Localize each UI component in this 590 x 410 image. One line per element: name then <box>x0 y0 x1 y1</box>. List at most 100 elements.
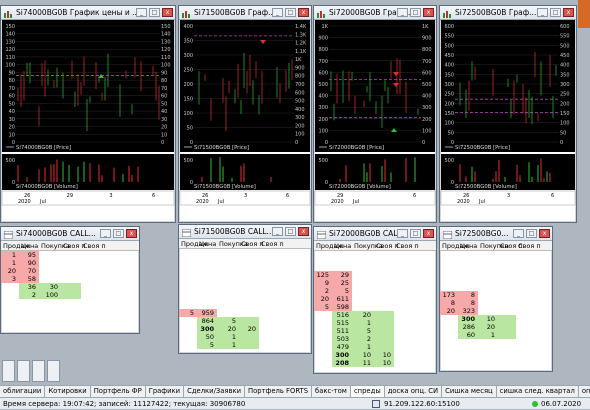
orderbook-row[interactable]: 1 95 <box>1 251 139 259</box>
column-header[interactable]: Продаж <box>440 241 469 250</box>
orderbook-row[interactable]: 503 2 <box>314 335 436 343</box>
close-icon[interactable]: x <box>563 8 574 17</box>
orderbook-row[interactable]: 2 100 <box>1 291 139 299</box>
column-header[interactable]: Своя п <box>516 241 541 250</box>
orderbook-row[interactable]: 5 959 <box>179 309 311 317</box>
maximize-icon[interactable]: □ <box>550 8 561 17</box>
orderbook-row[interactable]: 925 000 <box>314 279 436 295</box>
column-header[interactable]: Продаж <box>314 241 343 250</box>
orderbook-row[interactable]: 300 20 20 <box>179 325 311 333</box>
title-bar[interactable]: Si72500BG0... _ □ x <box>440 227 552 241</box>
column-header[interactable]: Цена <box>458 241 478 250</box>
orderbook-window-3[interactable]: Si72000BG0B CALL... _ □ x Продаж Цена Покупк… <box>313 226 437 374</box>
orderbook-row[interactable]: 51 <box>179 341 311 349</box>
column-header[interactable]: Своя п <box>239 239 264 248</box>
maximize-icon[interactable]: □ <box>410 8 421 17</box>
orderbook-window-4[interactable]: Si72500BG0... _ □ x Продаж Цена Покупка Своя … <box>439 226 553 372</box>
chart-window-4[interactable]: Si72500BG0B Граф... _ □ x <box>439 5 577 223</box>
tab-5[interactable]: Портфель FORTS <box>245 386 313 397</box>
maximize-icon[interactable]: □ <box>285 8 296 17</box>
title-bar[interactable]: Si74000BG0B CALL... _ □ x <box>1 227 139 241</box>
column-header[interactable]: Цена <box>19 241 39 250</box>
minimize-icon[interactable]: _ <box>272 8 283 17</box>
close-icon[interactable]: x <box>423 229 434 238</box>
close-icon[interactable]: x <box>162 8 173 17</box>
column-header[interactable]: Своя п <box>61 241 86 250</box>
orderbook-row[interactable]: 516 20 <box>314 311 436 319</box>
column-header[interactable]: Покупка <box>478 241 509 250</box>
maximize-icon[interactable]: □ <box>285 227 296 236</box>
orderbook-row[interactable]: 1 90 <box>1 259 139 267</box>
tab-3[interactable]: Графики <box>145 386 185 397</box>
orderbook-row[interactable]: 208 11 10 <box>314 359 436 367</box>
title-bar[interactable]: Si74000BG0B График цены и ... _ □ x <box>1 6 175 20</box>
chart-window-2[interactable]: Si71500BG0B Граф... _ □ x <box>178 5 312 223</box>
minimize-icon[interactable]: _ <box>136 8 147 17</box>
maximize-icon[interactable]: □ <box>526 229 537 238</box>
orderbook-row[interactable]: 479 1 <box>314 343 436 351</box>
tab-2[interactable]: Портфель ФР <box>90 386 146 397</box>
minimized-window[interactable] <box>2 360 15 382</box>
title-bar[interactable]: Si71500BG0B CALL... _ □ x <box>179 225 311 239</box>
column-header[interactable]: Продаж <box>1 241 30 250</box>
column-header[interactable]: Покупка <box>39 241 70 250</box>
tab-6[interactable]: бакс-том <box>312 386 351 397</box>
orderbook-row[interactable]: 3 58 <box>1 275 139 283</box>
orderbook-row[interactable]: 36 30 <box>1 283 139 291</box>
column-header[interactable]: Цена <box>332 241 352 250</box>
minimized-window[interactable] <box>32 360 45 382</box>
close-icon[interactable]: x <box>539 229 550 238</box>
tab-10[interactable]: сишка след. квартал <box>496 386 579 397</box>
close-icon[interactable]: x <box>298 227 309 236</box>
orderbook-row[interactable]: 1738 996 <box>440 291 552 307</box>
orderbook-row[interactable]: 286 20 <box>440 323 552 331</box>
tab-11[interactable]: опционы анализ <box>578 386 590 397</box>
minimize-icon[interactable]: _ <box>272 227 283 236</box>
orderbook-row[interactable]: 5 598 <box>314 303 436 311</box>
orderbook-row[interactable]: 60 1 <box>440 331 552 339</box>
column-header[interactable]: Цена <box>197 239 217 248</box>
column-header[interactable]: Своя п <box>498 241 523 250</box>
tab-8[interactable]: доска опц. СИ <box>384 386 443 397</box>
orderbook-row[interactable]: 50 1 <box>179 333 311 341</box>
maximize-icon[interactable]: □ <box>113 229 124 238</box>
orderbook-row[interactable]: 88 888 <box>440 299 552 315</box>
orderbook-row[interactable]: 25 000 <box>314 287 436 303</box>
minimize-icon[interactable]: _ <box>397 8 408 17</box>
minimized-window[interactable] <box>47 360 60 382</box>
orderbook-row[interactable]: 864 5 <box>179 317 311 325</box>
chart-window-1[interactable]: Si74000BG0B График цены и ... _ □ x <box>0 5 176 223</box>
tab-1[interactable]: Котировки <box>45 386 91 397</box>
orderbook-row[interactable]: 300 10 <box>440 315 552 323</box>
tab-0[interactable]: облигации <box>0 386 46 397</box>
orderbook-row[interactable]: 515 1 <box>314 319 436 327</box>
column-header[interactable]: Покупка <box>352 241 383 250</box>
title-bar[interactable]: Si72000BG0B Граф... _ □ x <box>314 6 436 20</box>
title-bar[interactable]: Si71500BG0B Граф... _ □ x <box>179 6 311 20</box>
minimize-icon[interactable]: _ <box>513 229 524 238</box>
side-panel-tab[interactable] <box>578 0 590 28</box>
orderbook-row[interactable]: 511 5 <box>314 327 436 335</box>
close-icon[interactable]: x <box>126 229 137 238</box>
title-bar[interactable]: Si72000BG0B CALL... _ □ x <box>314 227 436 241</box>
close-icon[interactable]: x <box>423 8 434 17</box>
tab-4[interactable]: Сделки/Заявки <box>184 386 246 397</box>
column-header[interactable]: Своя п <box>394 241 419 250</box>
orderbook-window-1[interactable]: Si74000BG0B CALL... _ □ x Продаж Цена Покупк… <box>0 226 140 334</box>
chart-window-3[interactable]: Si72000BG0B Граф... _ □ x <box>313 5 437 223</box>
column-header[interactable]: Покупка <box>217 239 248 248</box>
close-icon[interactable]: x <box>298 8 309 17</box>
orderbook-row[interactable]: 20 70 <box>1 267 139 275</box>
minimize-icon[interactable]: _ <box>537 8 548 17</box>
orderbook-row[interactable]: 12529 900 <box>314 271 436 287</box>
tab-7[interactable]: спреды <box>350 386 385 397</box>
minimize-icon[interactable]: _ <box>397 229 408 238</box>
column-header[interactable]: Своя п <box>374 241 399 250</box>
orderbook-window-2[interactable]: Si71500BG0B CALL... _ □ x Продаж Цена Покупк… <box>178 224 312 354</box>
maximize-icon[interactable]: □ <box>149 8 160 17</box>
column-header[interactable]: Продаж <box>179 239 208 248</box>
orderbook-row[interactable]: 300 10 10 <box>314 351 436 359</box>
orderbook-row[interactable]: 20 323 <box>440 307 552 315</box>
column-header[interactable]: Своя п <box>81 241 106 250</box>
minimized-window[interactable] <box>17 360 30 382</box>
